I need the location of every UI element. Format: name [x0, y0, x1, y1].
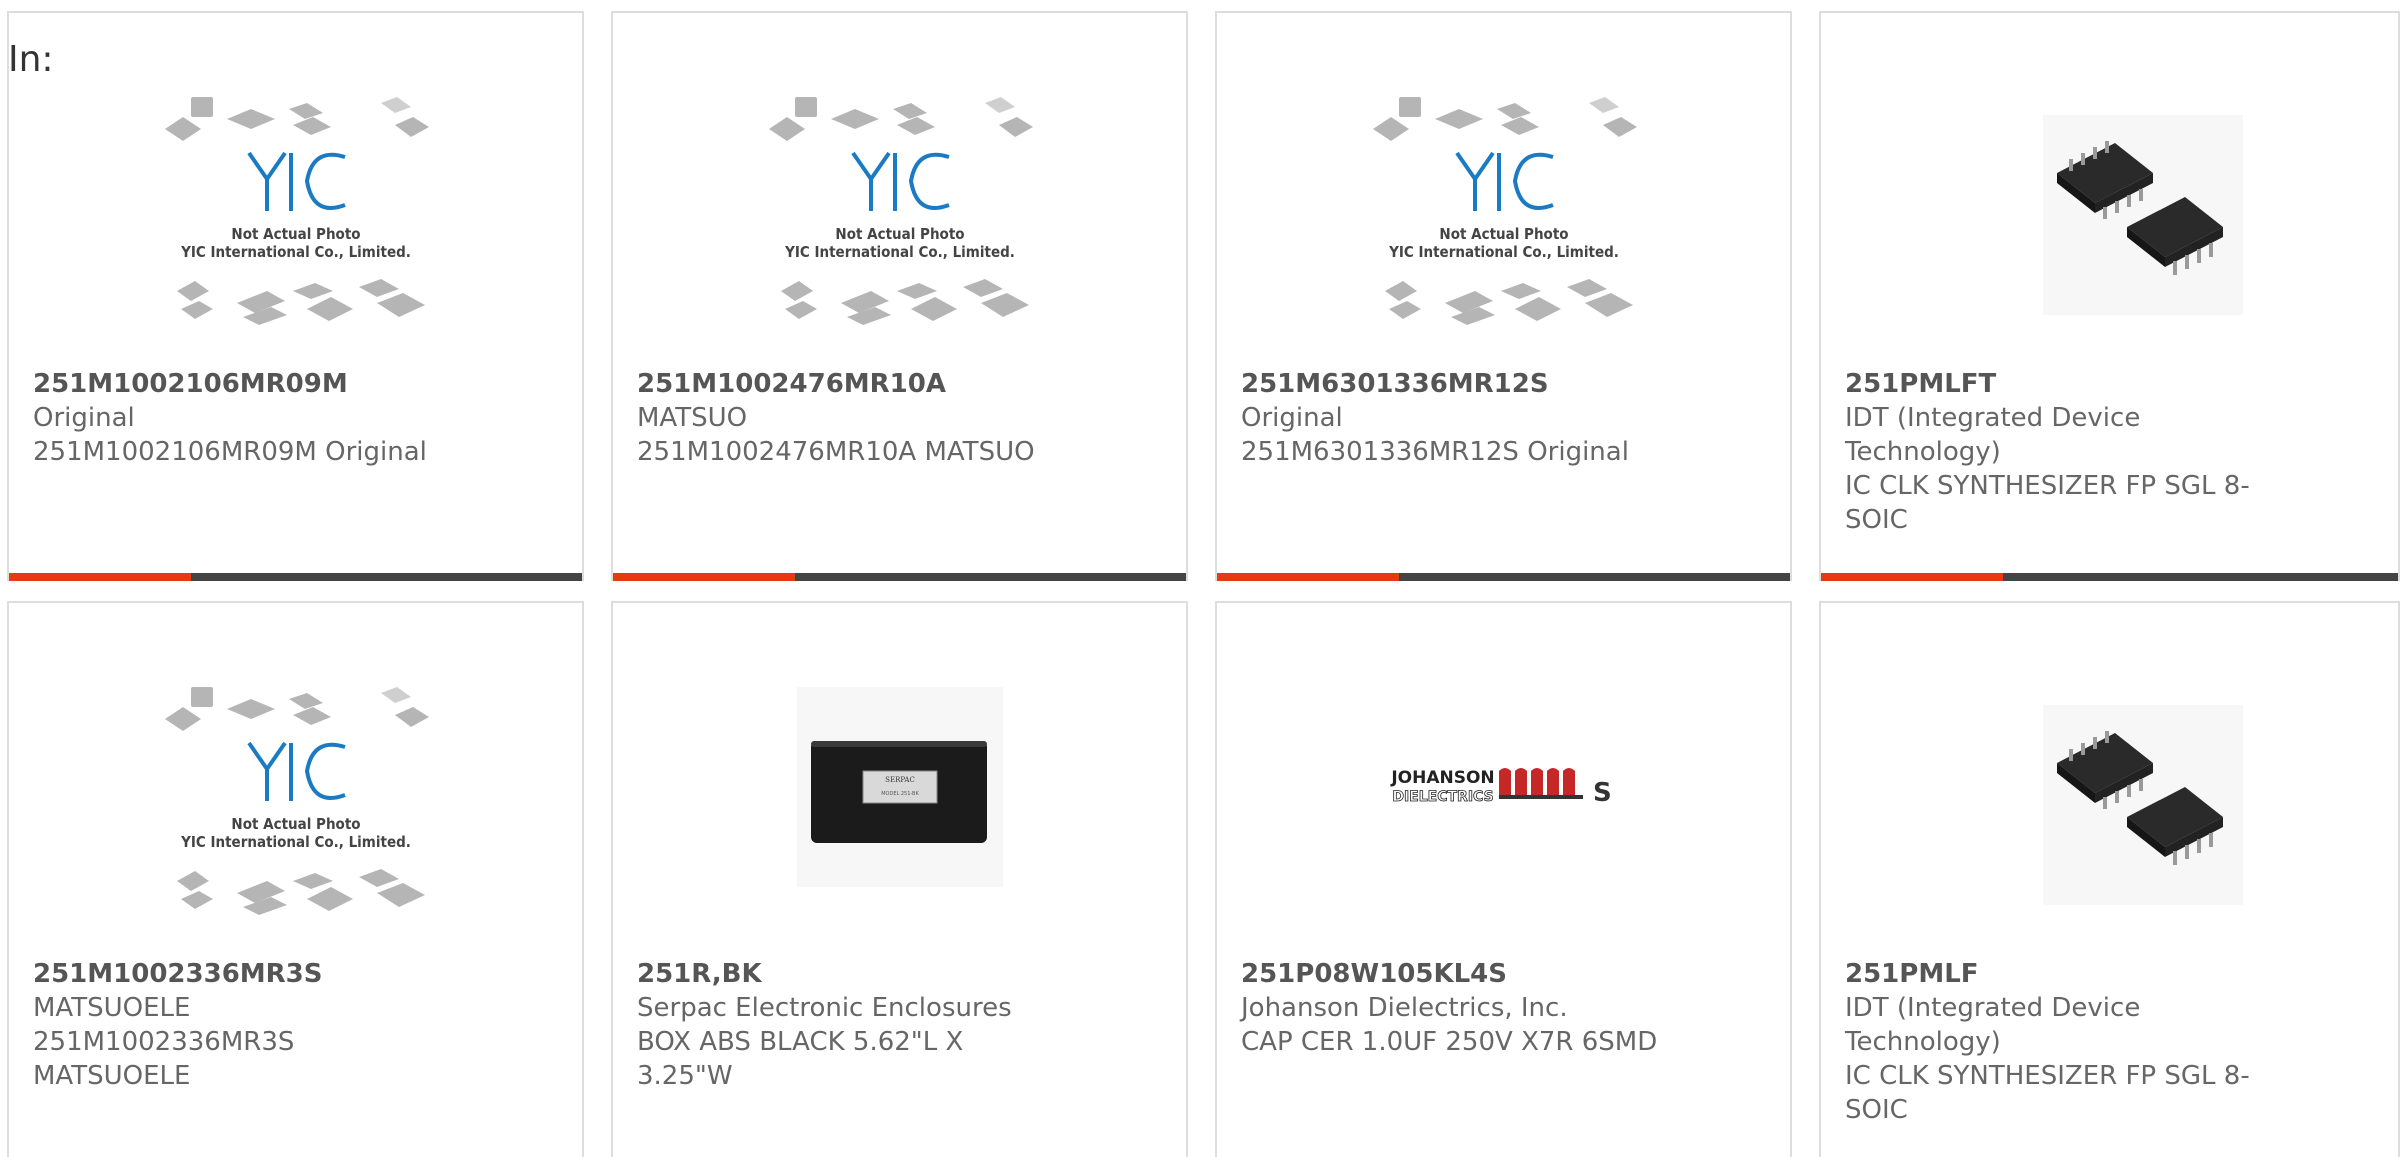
- product-image[interactable]: [1977, 685, 2243, 923]
- placeholder-line1: Not Actual Photo: [231, 815, 360, 833]
- part-number-link[interactable]: 251PMLF: [1845, 957, 2265, 991]
- manufacturer: MATSUOELE: [33, 993, 191, 1023]
- black-enclosure-box-icon: SERPAC MODEL 251-BK: [796, 687, 1003, 887]
- product-card[interactable]: Not Actual Photo YIC International Co., …: [7, 11, 584, 581]
- placeholder-line2: YIC International Co., Limited.: [784, 243, 1015, 261]
- product-info: 251R,BK Serpac Electronic Enclosures BOX…: [637, 957, 1057, 1093]
- johanson-dielectrics-logo-icon: JOHANSON DIELECTRICS S: [1390, 768, 1612, 808]
- enclosure-label-line1: SERPAC: [885, 776, 915, 784]
- product-info: 251P08W105KL4S Johanson Dielectrics, Inc…: [1241, 957, 1661, 1059]
- description: 251M6301336MR12S Original: [1241, 437, 1629, 467]
- in-label: In:: [8, 39, 54, 80]
- placeholder-line1: Not Actual Photo: [1439, 225, 1568, 243]
- manufacturer: IDT (Integrated Device Technology): [1845, 403, 2141, 467]
- manufacturer: Serpac Electronic Enclosures: [637, 993, 1012, 1023]
- description: 251M1002106MR09M Original: [33, 437, 427, 467]
- description: CAP CER 1.0UF 250V X7R 6SMD: [1241, 1027, 1658, 1057]
- product-card[interactable]: JOHANSON DIELECTRICS S 251P08W105KL4S Jo…: [1215, 601, 1792, 1157]
- description: IC CLK SYNTHESIZER FP SGL 8-SOIC: [1845, 471, 2250, 535]
- product-info: 251M1002106MR09M Original 251M1002106MR0…: [33, 367, 453, 469]
- manufacturer: Johanson Dielectrics, Inc.: [1241, 993, 1568, 1023]
- product-card[interactable]: SERPAC MODEL 251-BK 251R,BK Serpac Elect…: [611, 601, 1188, 1157]
- product-image[interactable]: SERPAC MODEL 251-BK: [767, 685, 1033, 923]
- product-card[interactable]: Not Actual Photo YIC International Co., …: [611, 11, 1188, 581]
- yic-placeholder-icon: Not Actual Photo YIC International Co., …: [164, 97, 429, 325]
- part-number-link[interactable]: 251P08W105KL4S: [1241, 957, 1661, 991]
- card-bottom-bar: [9, 573, 582, 581]
- card-bottom-bar: [613, 573, 1186, 581]
- product-image[interactable]: Not Actual Photo YIC International Co., …: [767, 95, 1033, 333]
- manufacturer: Original: [33, 403, 135, 433]
- placeholder-line2: YIC International Co., Limited.: [180, 833, 411, 851]
- product-info: 251M1002336MR3S MATSUOELE 251M1002336MR3…: [33, 957, 453, 1093]
- logo-line1: JOHANSON: [1390, 768, 1494, 788]
- card-accent: [1821, 573, 2003, 581]
- yic-placeholder-icon: Not Actual Photo YIC International Co., …: [768, 97, 1033, 325]
- yic-placeholder-icon: Not Actual Photo YIC International Co., …: [1372, 97, 1637, 325]
- card-accent: [9, 573, 191, 581]
- card-accent: [613, 573, 795, 581]
- manufacturer: IDT (Integrated Device Technology): [1845, 993, 2141, 1057]
- part-number-link[interactable]: 251M1002476MR10A: [637, 367, 1057, 401]
- product-info: 251PMLF IDT (Integrated Device Technolog…: [1845, 957, 2265, 1127]
- part-number-link[interactable]: 251PMLFT: [1845, 367, 2265, 401]
- product-image[interactable]: Not Actual Photo YIC International Co., …: [163, 685, 429, 923]
- description: 251M1002476MR10A MATSUO: [637, 437, 1035, 467]
- enclosure-label-line2: MODEL 251-BK: [881, 791, 919, 797]
- card-bottom-bar: [1217, 573, 1790, 581]
- product-card[interactable]: 251PMLF IDT (Integrated Device Technolog…: [1819, 601, 2400, 1157]
- svg-text:S: S: [1593, 778, 1612, 808]
- part-number-link[interactable]: 251M1002106MR09M: [33, 367, 453, 401]
- product-card[interactable]: Not Actual Photo YIC International Co., …: [7, 601, 584, 1157]
- part-number-link[interactable]: 251R,BK: [637, 957, 1057, 991]
- product-image[interactable]: Not Actual Photo YIC International Co., …: [1371, 95, 1637, 333]
- placeholder-line2: YIC International Co., Limited.: [180, 243, 411, 261]
- product-image[interactable]: Not Actual Photo YIC International Co., …: [163, 95, 429, 333]
- part-number-link[interactable]: 251M6301336MR12S: [1241, 367, 1661, 401]
- product-card[interactable]: 251PMLFT IDT (Integrated Device Technolo…: [1819, 11, 2400, 581]
- logo-line2: DIELECTRICS: [1392, 789, 1493, 805]
- product-info: 251M6301336MR12S Original 251M6301336MR1…: [1241, 367, 1661, 469]
- soic-8-chip-icon: [2042, 115, 2243, 315]
- product-image[interactable]: [1977, 95, 2243, 333]
- placeholder-line2: YIC International Co., Limited.: [1388, 243, 1619, 261]
- part-number-link[interactable]: 251M1002336MR3S: [33, 957, 453, 991]
- manufacturer: Original: [1241, 403, 1343, 433]
- product-grid-page: In: Not Actual Photo YIC International C…: [0, 0, 2400, 1157]
- product-info: 251M1002476MR10A MATSUO 251M1002476MR10A…: [637, 367, 1057, 469]
- manufacturer: MATSUO: [637, 403, 748, 433]
- product-info: 251PMLFT IDT (Integrated Device Technolo…: [1845, 367, 2265, 537]
- card-bottom-bar: [1821, 573, 2398, 581]
- soic-8-chip-icon: [2042, 705, 2243, 905]
- placeholder-line1: Not Actual Photo: [231, 225, 360, 243]
- placeholder-line1: Not Actual Photo: [835, 225, 964, 243]
- description: 251M1002336MR3S MATSUOELE: [33, 1027, 295, 1091]
- description: BOX ABS BLACK 5.62"L X 3.25"W: [637, 1027, 964, 1091]
- product-card[interactable]: Not Actual Photo YIC International Co., …: [1215, 11, 1792, 581]
- product-image[interactable]: JOHANSON DIELECTRICS S: [1371, 685, 1637, 923]
- description: IC CLK SYNTHESIZER FP SGL 8-SOIC: [1845, 1061, 2250, 1125]
- yic-placeholder-icon: Not Actual Photo YIC International Co., …: [164, 687, 429, 915]
- card-accent: [1217, 573, 1399, 581]
